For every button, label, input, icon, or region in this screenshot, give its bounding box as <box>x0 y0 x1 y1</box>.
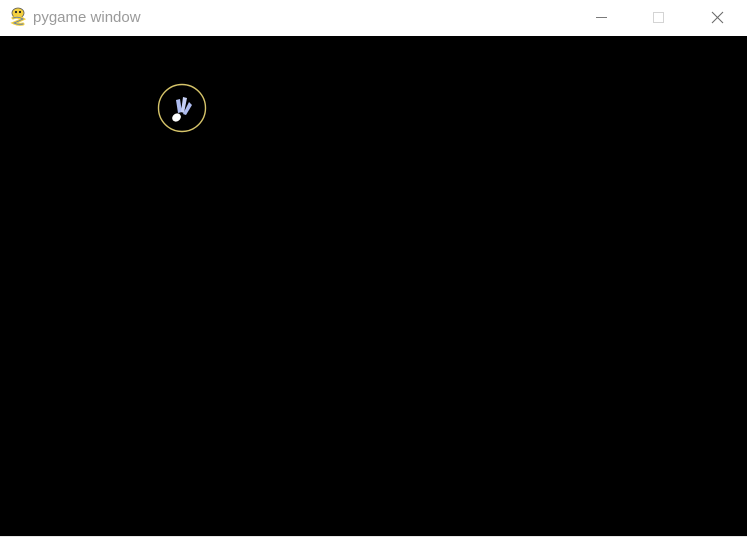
shuttlecock-sprite <box>157 83 207 133</box>
minimize-icon <box>596 17 607 18</box>
close-button[interactable] <box>695 0 741 36</box>
title-bar[interactable]: pygame window <box>0 0 747 36</box>
minimize-button[interactable] <box>578 0 624 36</box>
close-icon <box>711 11 724 24</box>
maximize-button[interactable] <box>636 0 682 36</box>
maximize-icon <box>653 12 664 23</box>
shuttlecock-icon <box>157 83 207 133</box>
game-canvas[interactable] <box>0 36 747 536</box>
pygame-window: pygame window <box>0 0 747 537</box>
pygame-snake-icon <box>9 7 27 27</box>
window-title: pygame window <box>33 9 141 26</box>
